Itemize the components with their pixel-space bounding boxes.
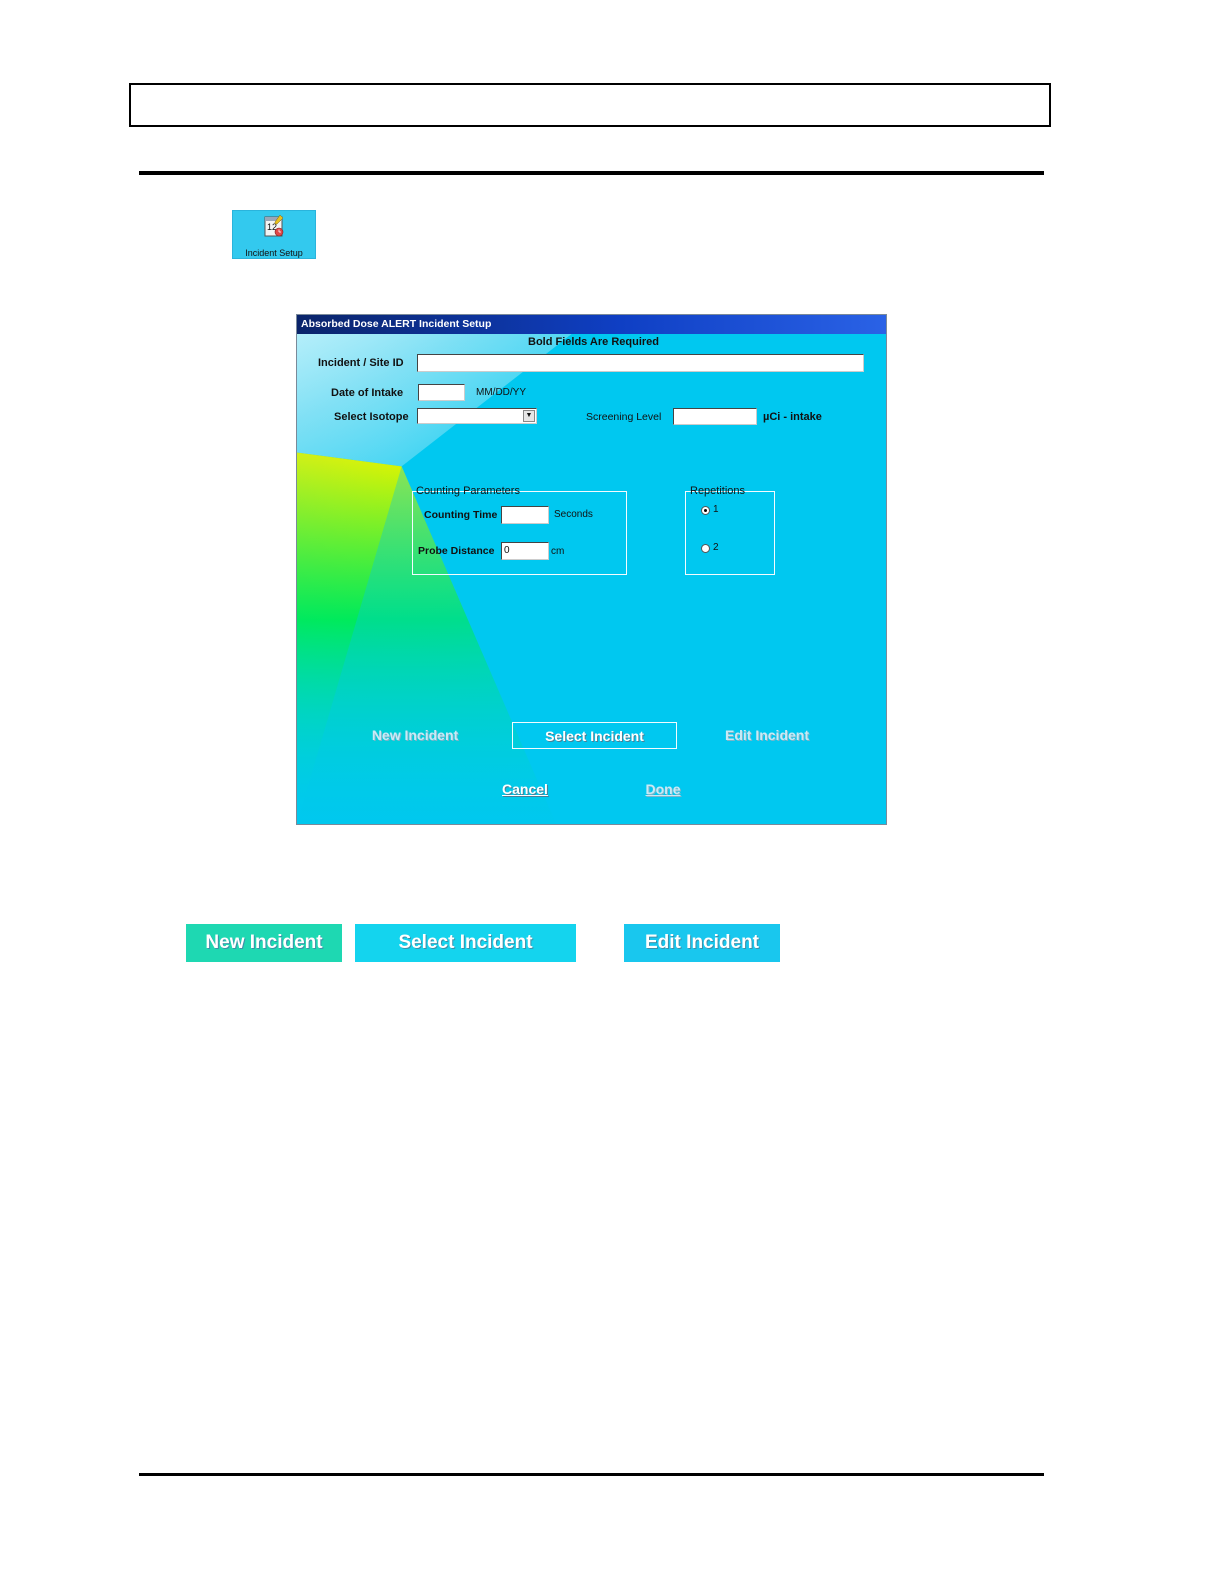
probe-distance-unit: cm bbox=[551, 546, 565, 557]
shortcut-caption: Incident Setup bbox=[245, 248, 303, 258]
date-format-hint: MM/DD/YY bbox=[476, 387, 526, 398]
cancel-button[interactable]: Cancel bbox=[492, 776, 558, 802]
probe-distance-input[interactable]: 0 bbox=[501, 542, 549, 560]
isotope-dropdown[interactable]: ▼ bbox=[417, 408, 537, 424]
select-isotope-label: Select Isotope bbox=[334, 411, 409, 423]
edit-incident-button[interactable]: Edit Incident bbox=[712, 722, 822, 748]
calendar-clock-icon: 12 bbox=[264, 214, 284, 237]
footer-rule bbox=[139, 1473, 1044, 1476]
probe-distance-label: Probe Distance bbox=[418, 545, 495, 557]
date-of-intake-input[interactable] bbox=[418, 384, 465, 401]
required-note: Bold Fields Are Required bbox=[528, 336, 660, 348]
page-header-box bbox=[129, 83, 1051, 127]
incident-site-label: Incident / Site ID bbox=[318, 357, 404, 369]
repetitions-group bbox=[685, 491, 775, 575]
counting-time-input[interactable] bbox=[501, 506, 549, 524]
counting-time-label: Counting Time bbox=[424, 509, 498, 521]
counting-time-unit: Seconds bbox=[554, 509, 593, 520]
counting-parameters-title: Counting Parameters bbox=[416, 485, 520, 497]
repetitions-option-1-label: 1 bbox=[713, 504, 719, 515]
chevron-down-icon[interactable]: ▼ bbox=[523, 410, 535, 422]
counting-parameters-group bbox=[412, 491, 627, 575]
new-incident-sample-button: New Incident bbox=[186, 924, 342, 962]
repetitions-option-2-label: 2 bbox=[713, 542, 719, 553]
repetitions-radio-1[interactable] bbox=[701, 506, 710, 515]
select-incident-button[interactable]: Select Incident bbox=[512, 722, 677, 749]
dialog-titlebar[interactable]: Absorbed Dose ALERT Incident Setup bbox=[297, 315, 886, 334]
incident-setup-dialog: Absorbed Dose ALERT Incident Setup Bold … bbox=[296, 314, 887, 825]
repetitions-radio-2[interactable] bbox=[701, 544, 710, 553]
header-rule bbox=[139, 171, 1044, 175]
done-button[interactable]: Done bbox=[633, 776, 693, 802]
incident-site-input[interactable] bbox=[417, 354, 864, 372]
date-of-intake-label: Date of Intake bbox=[331, 387, 404, 399]
new-incident-button[interactable]: New Incident bbox=[359, 722, 471, 748]
incident-setup-shortcut[interactable]: 12 Incident Setup bbox=[232, 210, 316, 259]
screening-level-input[interactable] bbox=[673, 408, 757, 425]
repetitions-title: Repetitions bbox=[690, 485, 746, 497]
screening-level-label: Screening Level bbox=[586, 411, 662, 423]
select-incident-sample-button: Select Incident bbox=[355, 924, 576, 962]
screening-level-unit: µCi - intake bbox=[763, 411, 822, 423]
edit-incident-sample-button: Edit Incident bbox=[624, 924, 780, 962]
